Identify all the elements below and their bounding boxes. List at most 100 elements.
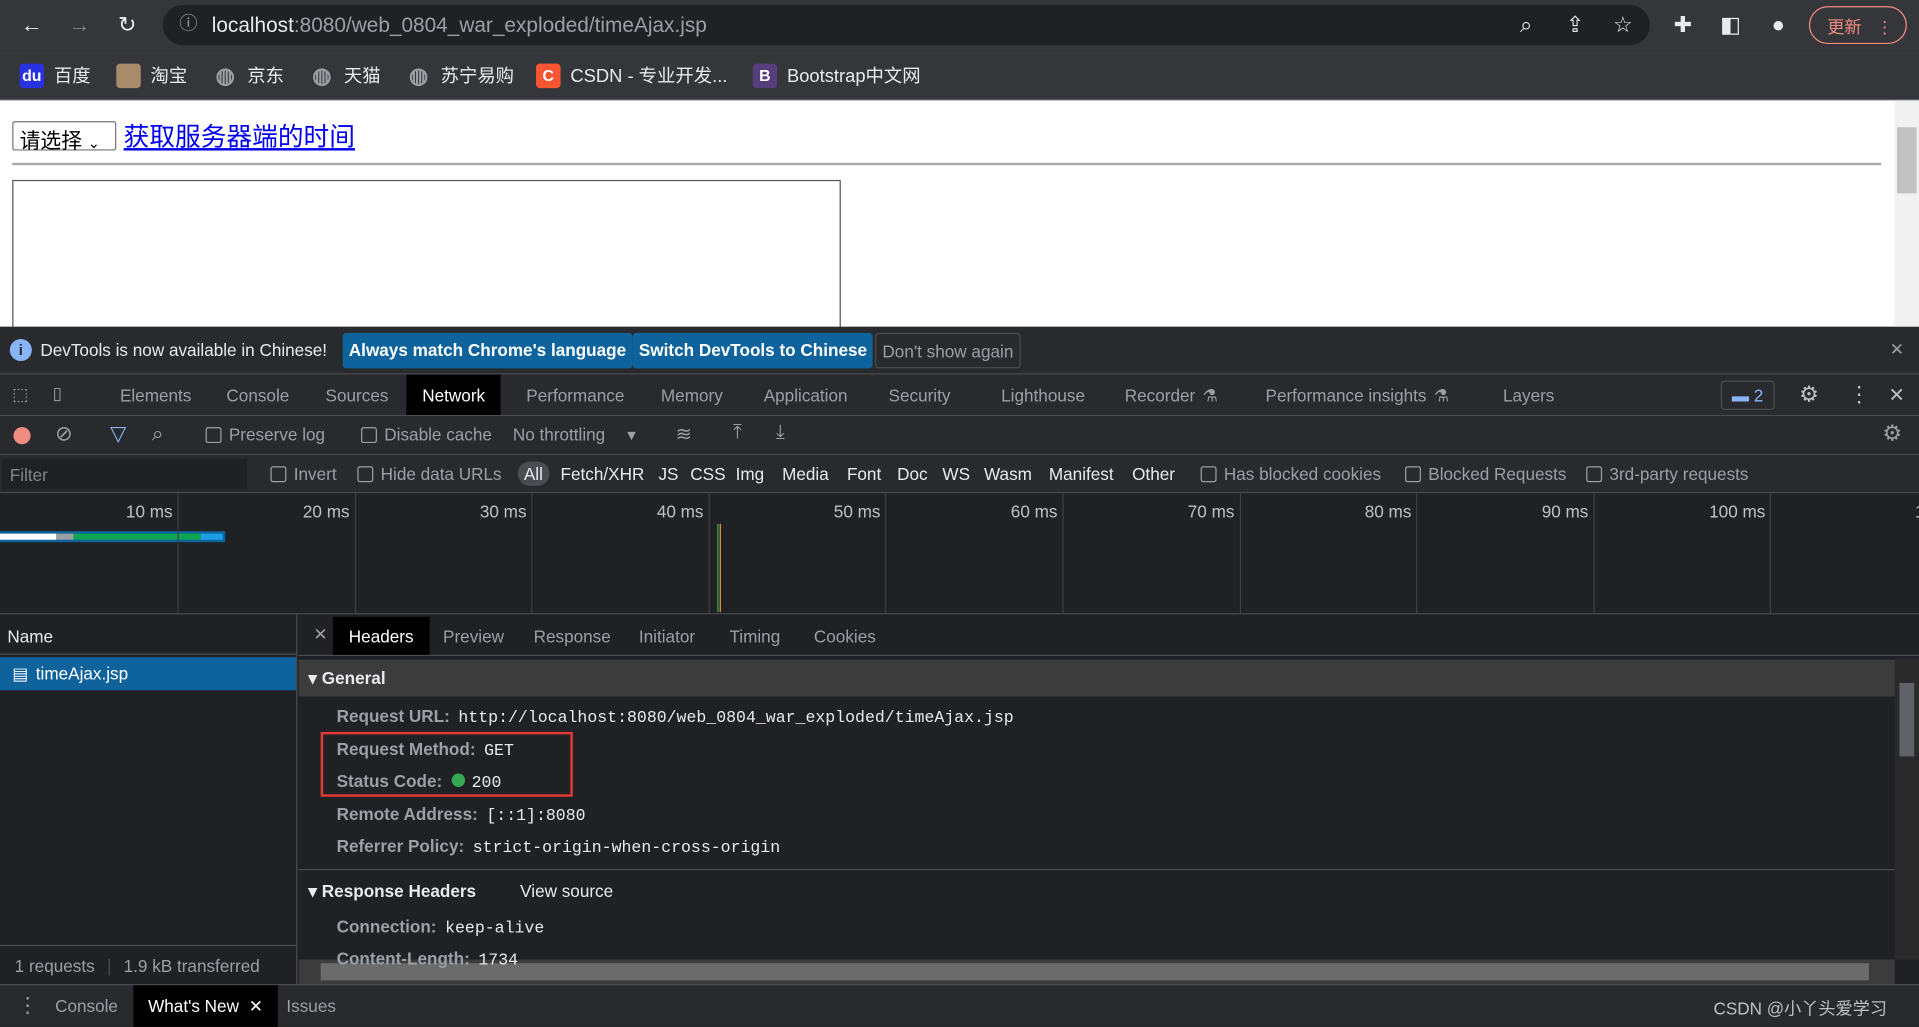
drawer-tab-console[interactable]: Console [40, 985, 132, 1027]
bookmark-item[interactable]: ◍ 京东 [213, 62, 284, 88]
header-value[interactable]: 1734 [478, 952, 518, 970]
filter-input[interactable]: Filter [2, 458, 248, 490]
checkbox-box[interactable] [1586, 466, 1603, 483]
blocked-requests-checkbox[interactable]: Blocked Requests [1405, 464, 1566, 483]
header-value[interactable]: http://localhost:8080/web_0804_war_explo… [458, 710, 1013, 728]
star-icon[interactable]: ☆ [1609, 12, 1636, 36]
general-section-header[interactable]: ▾ General [298, 659, 1895, 697]
detail-tab-preview[interactable]: Preview [443, 617, 504, 655]
bookmark-item[interactable]: du 百度 [19, 62, 91, 88]
filter-type-css[interactable]: CSS [690, 464, 725, 484]
issues-badge[interactable]: ▬ 2 [1720, 380, 1775, 411]
network-conditions-icon[interactable]: ≋ [676, 422, 692, 446]
preserve-log-checkbox[interactable]: Preserve log [205, 425, 325, 444]
filter-icon[interactable]: ▽ [110, 422, 126, 446]
bookmark-item[interactable]: C CSDN - 专业开发... [536, 62, 727, 88]
bookmark-item[interactable]: B Bootstrap中文网 [752, 62, 921, 88]
device-toggle-icon[interactable]: ▯ [53, 383, 62, 404]
tab-memory[interactable]: Memory [661, 375, 723, 415]
bookmark-item[interactable]: 淘宝 [116, 62, 187, 88]
tab-security[interactable]: Security [889, 375, 951, 415]
tab-network[interactable]: Network [406, 374, 502, 415]
zoom-icon[interactable]: ⌕ [1513, 12, 1540, 36]
more-icon[interactable]: ⋮ [1848, 382, 1870, 408]
inspect-icon[interactable]: ⬚ [12, 384, 28, 405]
get-server-time-link[interactable]: 获取服务器端的时间 [124, 117, 355, 154]
import-har-icon[interactable]: ⤒ [733, 422, 742, 444]
tab-performance-insights[interactable]: Performance insights ⚗ [1266, 375, 1450, 415]
hide-data-urls-checkbox[interactable]: Hide data URLs [357, 464, 502, 483]
throttling-select[interactable]: No throttling ▾ [513, 425, 636, 446]
back-icon[interactable]: ← [18, 12, 45, 36]
drawer-tab-issues[interactable]: Issues [272, 985, 351, 1027]
drawer-menu-icon[interactable]: ⋮ [17, 994, 38, 1018]
extensions-icon[interactable]: ✚ [1669, 12, 1696, 36]
dont-show-again-button[interactable]: Don't show again [875, 332, 1021, 369]
address-bar[interactable]: ⓘ localhost:8080/web_0804_war_exploded/t… [162, 4, 1650, 46]
third-party-requests-checkbox[interactable]: 3rd-party requests [1586, 464, 1748, 483]
close-icon[interactable]: ✕ [1890, 339, 1904, 360]
invert-checkbox[interactable]: Invert [270, 464, 337, 483]
details-vertical-scrollbar[interactable] [1894, 658, 1919, 960]
record-icon[interactable] [13, 427, 31, 445]
always-match-language-button[interactable]: Always match Chrome's language [342, 332, 633, 369]
filter-type-ws[interactable]: WS [942, 464, 970, 484]
filter-type-img[interactable]: Img [736, 464, 765, 484]
tab-elements[interactable]: Elements [120, 375, 191, 415]
detail-tab-cookies[interactable]: Cookies [814, 617, 876, 655]
clear-icon[interactable]: ⊘ [55, 422, 72, 446]
filter-type-fetch-xhr[interactable]: Fetch/XHR [561, 464, 645, 484]
filter-type-other[interactable]: Other [1132, 464, 1175, 484]
details-horizontal-scrollbar[interactable] [298, 959, 1895, 985]
header-value[interactable]: 200 [472, 775, 502, 793]
detail-tab-initiator[interactable]: Initiator [639, 617, 695, 655]
checkbox-box[interactable] [270, 466, 287, 483]
detail-tab-response[interactable]: Response [534, 617, 611, 655]
tab-console[interactable]: Console [226, 375, 289, 415]
request-row[interactable]: ▤ timeAjax.jsp [0, 657, 297, 691]
detail-tab-timing[interactable]: Timing [729, 617, 780, 655]
bookmark-item[interactable]: ◍ 苏宁易购 [406, 62, 514, 88]
filter-type-font[interactable]: Font [847, 464, 881, 484]
bookmark-item[interactable]: ◍ 天猫 [310, 62, 380, 88]
reload-icon[interactable]: ↻ [114, 12, 141, 36]
filter-type-js[interactable]: JS [658, 464, 678, 484]
export-har-icon[interactable]: ⤓ [776, 422, 785, 444]
close-details-icon[interactable]: ✕ [313, 624, 327, 645]
network-settings-icon[interactable]: ⚙ [1882, 421, 1902, 447]
tab-performance[interactable]: Performance [526, 375, 624, 415]
settings-icon[interactable]: ⚙ [1799, 382, 1819, 408]
tab-layers[interactable]: Layers [1503, 375, 1554, 415]
disable-cache-checkbox[interactable]: Disable cache [361, 425, 492, 444]
detail-tab-headers[interactable]: Headers [332, 616, 430, 655]
response-headers-section-header[interactable]: ▾ Response Headers View source [299, 873, 1895, 910]
side-panel-icon[interactable]: ◧ [1717, 12, 1744, 36]
checkbox-box[interactable] [1405, 466, 1421, 483]
view-source-link[interactable]: View source [520, 881, 613, 901]
filter-type-wasm[interactable]: Wasm [984, 464, 1032, 484]
filter-type-all[interactable]: All [517, 461, 549, 486]
filter-type-media[interactable]: Media [782, 464, 829, 484]
header-value[interactable]: keep-alive [445, 920, 544, 938]
tab-lighthouse[interactable]: Lighthouse [1001, 375, 1085, 415]
header-value[interactable]: GET [484, 743, 514, 761]
checkbox-box[interactable] [357, 466, 374, 483]
header-value[interactable]: strict-origin-when-cross-origin [473, 840, 780, 858]
filter-type-manifest[interactable]: Manifest [1049, 464, 1114, 484]
scrollbar-thumb[interactable] [1897, 127, 1917, 194]
more-icon[interactable]: ⋮ [1876, 17, 1893, 37]
tab-recorder[interactable]: Recorder ⚗ [1125, 375, 1218, 415]
switch-to-chinese-button[interactable]: Switch DevTools to Chinese [632, 332, 874, 369]
filter-type-doc[interactable]: Doc [897, 464, 927, 484]
profile-icon[interactable]: ● [1765, 12, 1792, 36]
tab-sources[interactable]: Sources [326, 375, 389, 415]
checkbox-box[interactable] [1200, 466, 1217, 483]
drawer-tab-what-s-new[interactable]: What's New ✕ [133, 985, 278, 1027]
name-column-header[interactable]: Name [0, 614, 297, 655]
header-value[interactable]: [::1]:8080 [486, 808, 585, 826]
update-button[interactable]: 更新 ⋮ [1808, 6, 1907, 45]
select-dropdown[interactable]: 请选择 ⌄ [12, 121, 117, 153]
tab-application[interactable]: Application [764, 375, 848, 415]
info-icon[interactable]: ⓘ [175, 12, 202, 36]
search-icon[interactable]: ⌕ [152, 422, 164, 446]
